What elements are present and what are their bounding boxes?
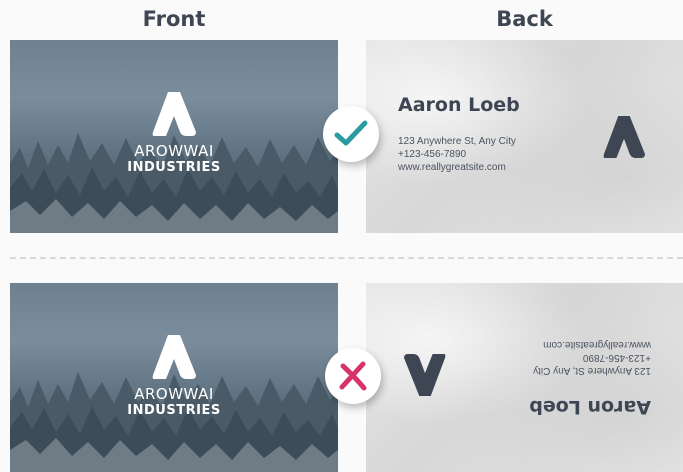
contact-address: 123 Anywhere St, Any City: [533, 365, 651, 376]
person-name: Aaron Loeb: [398, 94, 520, 116]
brand-block: AROWWAI INDUSTRIES: [10, 92, 338, 175]
brand-subtitle: INDUSTRIES: [127, 403, 221, 418]
brand-name: AROWWAI: [134, 142, 214, 160]
header-back: Back: [496, 7, 553, 31]
cross-icon: [339, 361, 367, 391]
contact-phone: +123-456-7890: [582, 352, 651, 363]
header-front: Front: [142, 7, 206, 31]
brand-subtitle: INDUSTRIES: [127, 160, 221, 175]
brand-block: AROWWAI INDUSTRIES: [10, 335, 338, 418]
arrow-logo-icon: [404, 354, 446, 396]
contact-website: www.reallygreatsite.com: [543, 339, 651, 350]
contact-website: www.reallygreatsite.com: [398, 162, 506, 173]
card-back-row2: Aaron Loeb 123 Anywhere St, Any City +12…: [366, 283, 683, 472]
contact-phone: +123-456-7890: [398, 149, 467, 160]
check-icon: [334, 120, 368, 146]
contact-details: 123 Anywhere St, Any City +123-456-7890 …: [533, 338, 651, 377]
card-back-content-upside-down: Aaron Loeb 123 Anywhere St, Any City +12…: [366, 283, 683, 472]
badge-incorrect: [325, 348, 381, 404]
contact-details: 123 Anywhere St, Any City +123-456-7890 …: [398, 135, 516, 174]
row-divider: [10, 257, 683, 259]
badge-correct: [323, 106, 379, 162]
arrow-logo-icon: [152, 92, 196, 136]
card-front-row2: AROWWAI INDUSTRIES: [10, 283, 338, 472]
arrow-logo-icon: [603, 116, 645, 158]
brand-name: AROWWAI: [134, 385, 214, 403]
card-back-content: Aaron Loeb 123 Anywhere St, Any City +12…: [366, 40, 683, 233]
card-back-row1: Aaron Loeb 123 Anywhere St, Any City +12…: [366, 40, 683, 233]
contact-address: 123 Anywhere St, Any City: [398, 136, 516, 147]
person-name: Aaron Loeb: [529, 396, 651, 418]
card-front-row1: AROWWAI INDUSTRIES: [10, 40, 338, 233]
arrow-logo-icon: [152, 335, 196, 379]
